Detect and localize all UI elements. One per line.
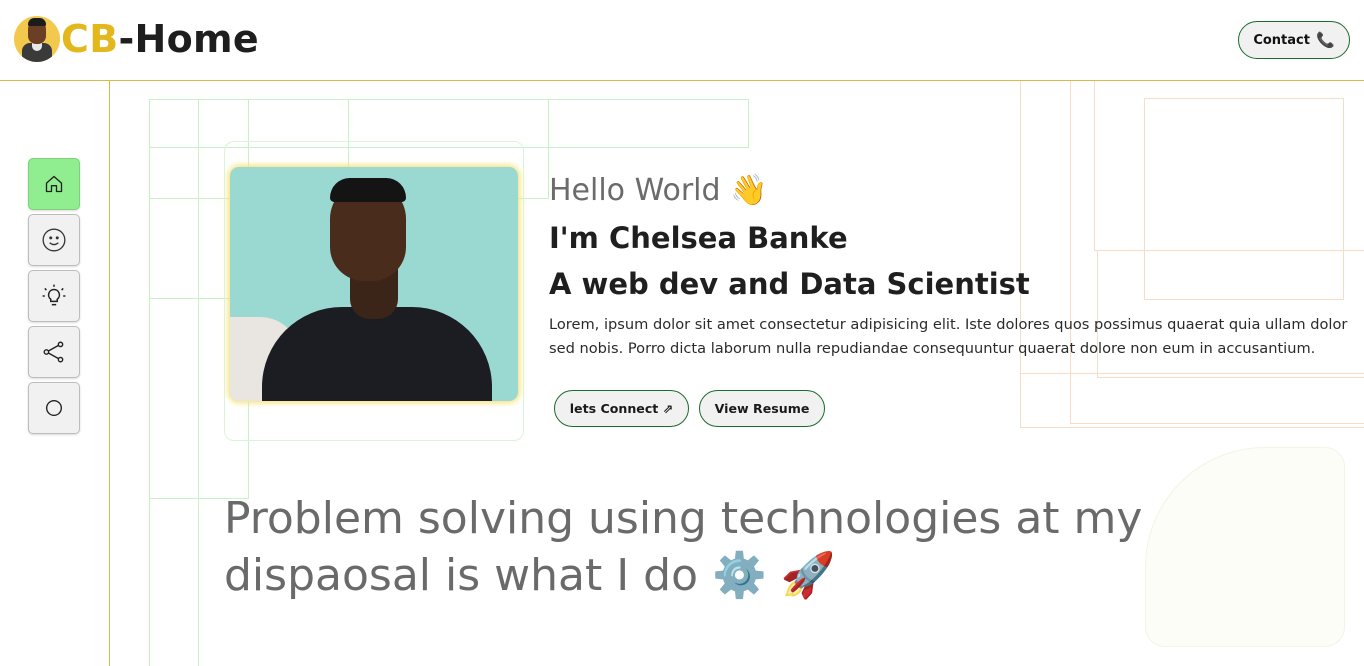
smiley-icon <box>42 228 66 252</box>
decorative-grid-line <box>1020 81 1364 428</box>
view-resume-button[interactable]: View Resume <box>699 390 825 427</box>
home-icon <box>45 175 63 193</box>
profile-photo <box>230 167 518 401</box>
hero-bio: Lorem, ipsum dolor sit amet consectetur … <box>549 316 1348 357</box>
sidebar-item-share[interactable] <box>28 326 80 378</box>
site-logo[interactable]: CB-Home <box>14 16 259 62</box>
logo-prefix: CB <box>61 17 119 61</box>
sidebar-nav <box>28 158 80 438</box>
decorative-grid-line <box>1144 98 1344 300</box>
lightbulb-icon <box>42 284 66 306</box>
phone-icon: 📞 <box>1315 30 1335 49</box>
logo-text: CB-Home <box>61 17 259 61</box>
contact-button[interactable]: Contact 📞 <box>1238 21 1350 59</box>
sidebar-item-other[interactable] <box>28 382 80 434</box>
lets-connect-button[interactable]: lets Connect ⇗ <box>554 390 689 427</box>
decorative-grid-line <box>1020 373 1364 374</box>
sidebar-item-skills[interactable] <box>28 270 80 322</box>
tagline-heading: Problem solving using technologies at my… <box>224 493 1143 601</box>
decorative-grid-line <box>1070 81 1364 424</box>
share-icon <box>43 341 64 363</box>
sidebar-item-home[interactable] <box>28 158 80 210</box>
left-divider <box>109 81 110 666</box>
decorative-grid-line <box>1094 81 1364 251</box>
logo-suffix: -Home <box>118 17 260 61</box>
decorative-grid-line <box>149 99 199 666</box>
hero-name: I'm Chelsea Banke <box>549 221 848 255</box>
contact-label: Contact <box>1253 32 1310 48</box>
hero-role: A web dev and Data Scientist <box>549 267 1030 301</box>
sidebar-item-about[interactable] <box>28 214 80 266</box>
logo-avatar <box>14 16 60 62</box>
hero-greeting: Hello World 👋 <box>549 173 768 208</box>
top-header: CB-Home Contact 📞 <box>0 0 1364 81</box>
circle-icon <box>45 399 63 417</box>
